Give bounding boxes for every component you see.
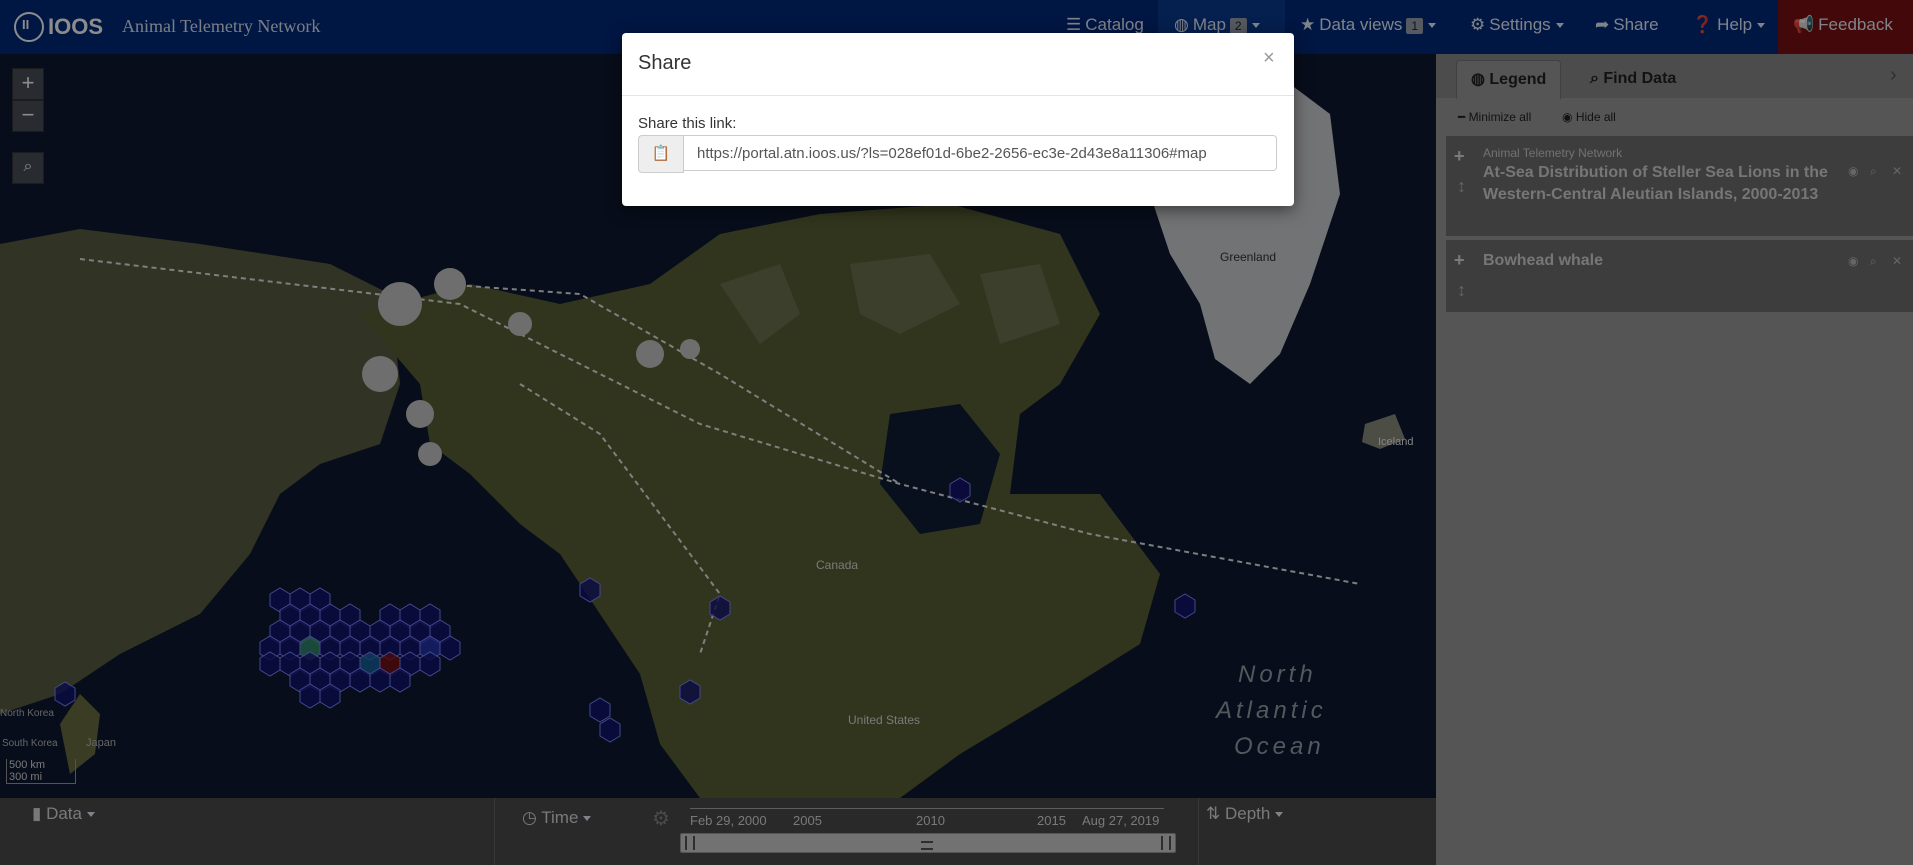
copy-link-button[interactable]: 📋 bbox=[638, 135, 684, 173]
clipboard-icon: 📋 bbox=[651, 145, 671, 162]
share-modal: Share × Share this link: 📋 bbox=[622, 33, 1294, 206]
share-link-label: Share this link: bbox=[638, 115, 737, 132]
modal-title: Share bbox=[638, 52, 692, 74]
share-link-input[interactable] bbox=[683, 135, 1277, 171]
share-link-group: 📋 bbox=[638, 135, 1278, 173]
close-icon[interactable]: × bbox=[1263, 47, 1275, 70]
modal-header bbox=[622, 33, 1294, 96]
